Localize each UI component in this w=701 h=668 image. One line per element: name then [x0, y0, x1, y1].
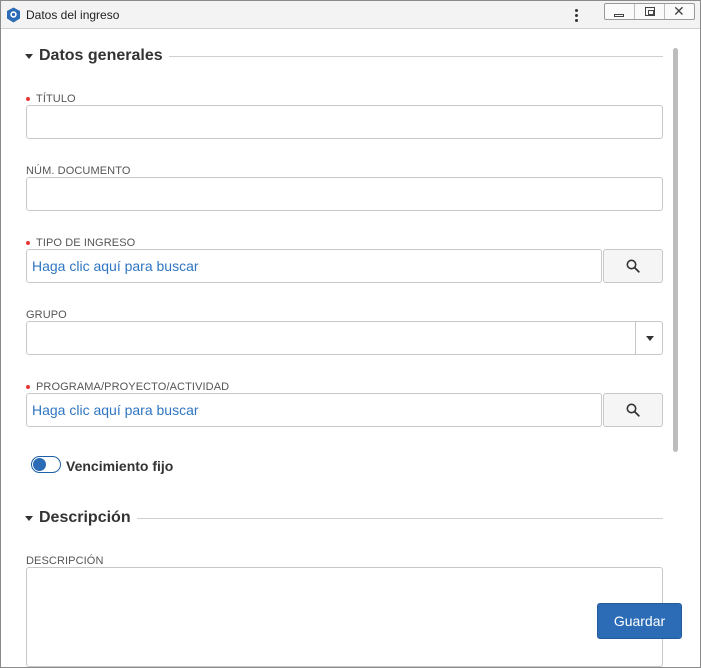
vencimiento-fijo-label: Vencimiento fijo	[66, 458, 174, 474]
chevron-down-icon	[645, 335, 654, 341]
restore-button[interactable]	[635, 4, 665, 19]
section-divider	[137, 518, 663, 519]
titulo-label-text: TÍTULO	[36, 93, 76, 105]
tipo-ingreso-search-button[interactable]	[603, 249, 663, 283]
search-icon	[626, 259, 640, 273]
required-indicator	[26, 385, 30, 389]
programa-search-button[interactable]	[603, 393, 663, 427]
num-documento-label: NÚM. DOCUMENTO	[26, 165, 130, 177]
window-controls: ✕	[604, 3, 695, 20]
window-title: Datos del ingreso	[26, 8, 120, 22]
descripcion-label-text: DESCRIPCIÓN	[26, 555, 104, 567]
tipo-ingreso-lookup[interactable]: Haga clic aquí para buscar	[26, 249, 602, 283]
required-indicator	[26, 97, 30, 101]
minimize-button[interactable]	[605, 4, 635, 19]
restore-icon	[645, 7, 655, 16]
section-divider	[169, 56, 663, 57]
section-description-header[interactable]: Descripción	[25, 508, 131, 528]
titulo-input[interactable]	[26, 105, 663, 139]
programa-lookup[interactable]: Haga clic aquí para buscar	[26, 393, 602, 427]
toggle-knob	[33, 458, 46, 471]
vencimiento-fijo-toggle[interactable]	[31, 456, 61, 473]
search-icon	[626, 403, 640, 417]
chevron-down-icon	[25, 515, 33, 521]
more-options-icon[interactable]	[568, 5, 584, 25]
section-description-title: Descripción	[39, 509, 131, 526]
form-content: Datos generales TÍTULO NÚM. DOCUMENTO TI…	[1, 30, 700, 667]
grupo-dropdown-button[interactable]	[635, 321, 663, 355]
minimize-icon	[614, 14, 624, 17]
dialog-window: Datos del ingreso ✕ Datos generales TÍTU…	[0, 0, 701, 668]
app-icon	[7, 7, 20, 23]
chevron-down-icon	[25, 53, 33, 59]
vertical-scrollbar[interactable]	[673, 48, 678, 452]
tipo-ingreso-label: TIPO DE INGRESO	[26, 237, 135, 249]
grupo-select[interactable]	[26, 321, 663, 355]
num-documento-label-text: NÚM. DOCUMENTO	[26, 165, 131, 177]
num-documento-input[interactable]	[26, 177, 663, 211]
titulo-label: TÍTULO	[26, 93, 76, 105]
required-indicator	[26, 241, 30, 245]
tipo-ingreso-label-text: TIPO DE INGRESO	[36, 237, 136, 249]
descripcion-label: DESCRIPCIÓN	[26, 555, 104, 567]
grupo-label-text: GRUPO	[26, 309, 67, 321]
programa-label-text: PROGRAMA/PROYECTO/ACTIVIDAD	[36, 381, 230, 393]
title-bar: Datos del ingreso ✕	[1, 1, 700, 29]
grupo-label: GRUPO	[26, 309, 67, 321]
close-icon: ✕	[673, 3, 685, 19]
save-button[interactable]: Guardar	[597, 603, 682, 639]
close-button[interactable]: ✕	[665, 3, 694, 19]
programa-label: PROGRAMA/PROYECTO/ACTIVIDAD	[26, 381, 229, 393]
descripcion-textarea[interactable]	[26, 567, 663, 667]
section-general-title: Datos generales	[39, 47, 163, 64]
section-general-header[interactable]: Datos generales	[25, 46, 163, 66]
